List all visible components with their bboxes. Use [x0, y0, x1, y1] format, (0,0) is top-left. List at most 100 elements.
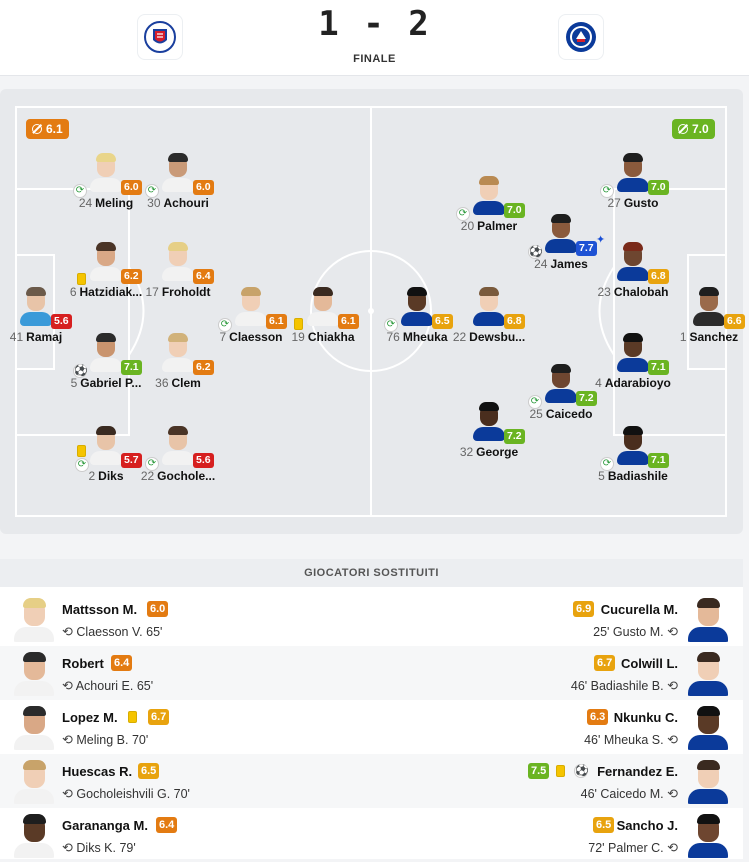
swap-icon: ⟲ [62, 786, 73, 801]
goal-ball-icon: ⚽ [574, 764, 589, 778]
sub-away-name[interactable]: Nkunku C. [614, 710, 678, 725]
player-photo [617, 241, 649, 281]
lineup-pitch: 6.1 7.0 5.6 41 Ramaj ⟳ 6.0 24 Meling ⟳ 6.0… [0, 89, 745, 534]
sub-home-rating: 6.4 [156, 817, 178, 833]
player-rating: 7.1 [648, 360, 669, 375]
player-photo[interactable] [686, 812, 730, 858]
sub-home-name[interactable]: Lopez M. [62, 710, 118, 725]
player-rating: 6.8 [648, 269, 669, 284]
swap-icon: ⟲ [62, 624, 73, 639]
player-rating: 6.1 [338, 314, 359, 329]
sub-away-replaced: 46' Mheuka S. ⟲ [584, 732, 678, 747]
sub-away-replaced: 46' Badiashile B. ⟲ [570, 678, 678, 693]
player-photo [90, 425, 122, 465]
away-score: 2 [408, 4, 431, 44]
player-gusto[interactable]: ⟳ 7.0 27 Gusto [588, 152, 678, 214]
sub-home-name[interactable]: Robert [62, 656, 104, 671]
scoreline: 1 - 2 [0, 4, 749, 44]
sub-away-rating: 6.9 [573, 601, 595, 617]
sub-home-replaced: ⟲ Achouri E. 65' [62, 678, 154, 693]
player-photo [90, 241, 122, 281]
match-header: 1 - 2 FINALE [0, 0, 749, 76]
player-photo [473, 175, 505, 215]
player-achouri[interactable]: ⟳ 6.0 30 Achouri [133, 152, 223, 214]
sub-home-rating: 6.5 [138, 763, 160, 779]
sub-home-name[interactable]: Garananga M. [62, 818, 148, 833]
player-photo [617, 425, 649, 465]
player-chiakha[interactable]: 6.1 19 Chiakha [278, 286, 368, 348]
substitutes-title: GIOCATORI SOSTITUITI [0, 559, 743, 587]
sub-away-name[interactable]: Fernandez E. [597, 764, 678, 779]
sub-away-rating: 6.7 [594, 655, 616, 671]
player-photo [617, 152, 649, 192]
player-clem[interactable]: 6.2 36 Clem [133, 332, 223, 394]
chelsea-crest-icon[interactable] [558, 14, 604, 60]
player-photo [162, 241, 194, 281]
sub-home-replaced: ⟲ Gocholeishvili G. 70' [62, 786, 190, 801]
player-rating: 6.6 [724, 314, 745, 329]
swap-icon: ⟲ [667, 732, 678, 747]
player-photo [162, 152, 194, 192]
swap-icon: ⟲ [667, 624, 678, 639]
player-badiashile[interactable]: ⟳ 7.1 5 Badiashile [588, 425, 678, 487]
player-rating: 7.2 [504, 429, 525, 444]
yellow-card-icon [77, 273, 86, 285]
player-photo [693, 286, 725, 326]
player-photo [545, 213, 577, 253]
sub-away-replaced: 46' Caicedo M. ⟲ [580, 786, 678, 801]
player-photo[interactable] [12, 650, 56, 696]
sub-away-name[interactable]: Cucurella M. [601, 602, 678, 617]
yellow-card-icon [77, 445, 86, 457]
sub-away-name[interactable]: Colwill L. [621, 656, 678, 671]
player-rating: 5.6 [51, 314, 72, 329]
substitution-row: Lopez M. 6.7 ⟲ Meling B. 70' 6.3 Nkunku … [0, 700, 743, 754]
player-dewsbury-hall[interactable]: 6.8 22 Dewsbu... [444, 286, 534, 348]
yellow-card-icon [294, 318, 303, 330]
player-photo[interactable] [686, 758, 730, 804]
match-status: FINALE [353, 53, 396, 65]
away-team-rating: 7.0 [672, 119, 715, 139]
player-photo [473, 286, 505, 326]
sub-home-replaced: ⟲ Meling B. 70' [62, 732, 149, 747]
player-photo[interactable] [12, 596, 56, 642]
rating-circle-icon [32, 124, 42, 134]
player-photo[interactable] [686, 704, 730, 750]
player-photo[interactable] [686, 650, 730, 696]
substitution-row: Huescas R. 6.5 ⟲ Gocholeishvili G. 70' 7… [0, 754, 743, 808]
sub-away-rating: 6.5 [593, 817, 615, 833]
score-separator: - [363, 4, 386, 44]
home-team-rating: 6.1 [26, 119, 69, 139]
sub-home-rating: 6.4 [111, 655, 133, 671]
sub-home-name[interactable]: Huescas R. [62, 764, 132, 779]
swap-icon: ⟲ [667, 786, 678, 801]
player-photo [473, 401, 505, 441]
player-rating: 5.6 [193, 453, 214, 468]
player-photo[interactable] [12, 758, 56, 804]
player-photo[interactable] [12, 704, 56, 750]
player-photo[interactable] [12, 812, 56, 858]
sub-home-replaced: ⟲ Diks K. 79' [62, 840, 136, 855]
player-george[interactable]: 7.2 32 George [444, 401, 534, 463]
substitution-row: Garananga M. 6.4 ⟲ Diks K. 79' 6.5 Sanch… [0, 808, 743, 862]
player-photo[interactable] [686, 596, 730, 642]
swap-icon: ⟲ [667, 678, 678, 693]
sub-home-name[interactable]: Mattsson M. [62, 602, 137, 617]
yellow-card-icon [556, 765, 565, 777]
sub-home-rating: 6.7 [148, 709, 170, 725]
yellow-card-icon [128, 711, 137, 723]
player-rating: 6.4 [193, 269, 214, 284]
sub-away-name[interactable]: Sancho J. [617, 818, 678, 833]
player-photo [162, 332, 194, 372]
sub-away-replaced: 72' Palmer C. ⟲ [588, 840, 678, 855]
substitutes-panel: GIOCATORI SOSTITUITI Mattsson M. 6.0 ⟲ C… [0, 559, 743, 859]
player-photo [235, 286, 267, 326]
player-photo [617, 332, 649, 372]
player-gocholeishvili[interactable]: ⟳ 5.6 22 Gochole... [133, 425, 223, 487]
sub-away-replaced: 25' Gusto M. ⟲ [593, 624, 678, 639]
substitution-row: Mattsson M. 6.0 ⟲ Claesson V. 65' 6.9 Cu… [0, 592, 743, 646]
player-photo [20, 286, 52, 326]
player-photo [162, 425, 194, 465]
player-photo [545, 363, 577, 403]
sub-home-rating: 6.0 [147, 601, 169, 617]
sub-home-replaced: ⟲ Claesson V. 65' [62, 624, 163, 639]
